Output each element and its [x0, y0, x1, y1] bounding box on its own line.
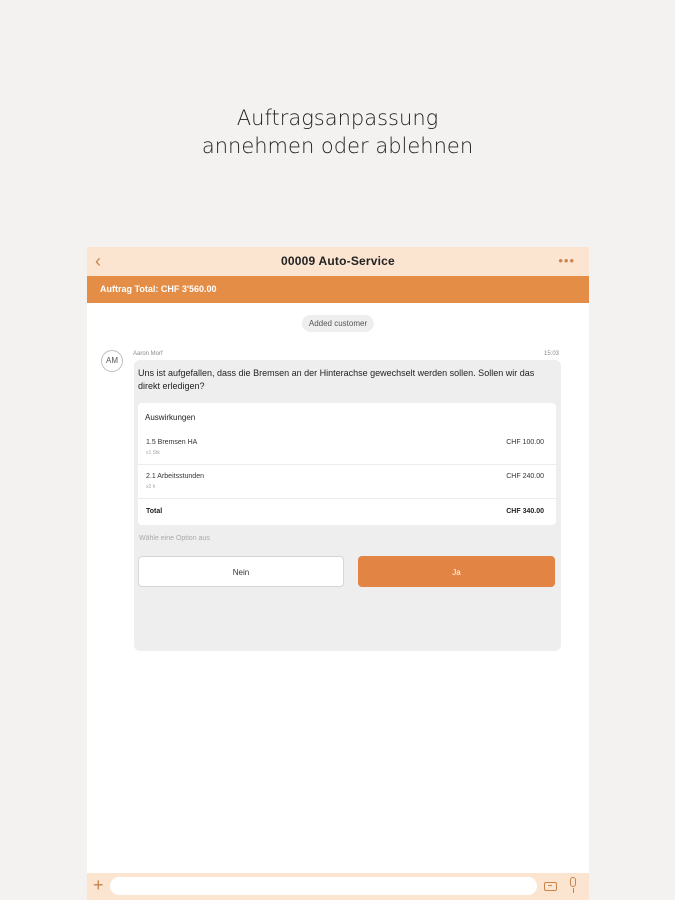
total-label: Total [146, 508, 163, 515]
total-value: CHF 340.00 [506, 508, 544, 515]
microphone-icon[interactable] [569, 877, 577, 895]
option-hint: Wähle eine Option aus [139, 535, 210, 542]
item-price: CHF 100.00 [506, 439, 544, 446]
avatar: AM [101, 350, 123, 372]
decline-button[interactable]: Nein [138, 556, 344, 587]
item-price: CHF 240.00 [506, 473, 544, 480]
divider [138, 464, 556, 465]
headline-line-1: Auftragsanpassung [236, 106, 439, 130]
item-label: 1.5 Bremsen HA [146, 439, 198, 446]
plus-icon[interactable]: + [93, 876, 104, 894]
composer-bar: + [87, 873, 589, 900]
chat-area[interactable]: Added customer AM Aaron Morf 15:03 Uns i… [87, 303, 589, 873]
divider [138, 498, 556, 499]
impact-title: Auswirkungen [145, 413, 196, 422]
headline-line-2: annehmen oder ablehnen [201, 134, 474, 158]
message-time: 15:03 [543, 351, 559, 357]
template-icon[interactable] [544, 882, 557, 891]
message-input[interactable] [110, 877, 537, 895]
app-screen: ‹ 00009 Auto-Service ••• Auftrag Total: … [87, 247, 589, 900]
microphone-head [570, 877, 576, 887]
order-total-bar: Auftrag Total: CHF 3'560.00 [87, 276, 589, 303]
chat-title: 00009 Auto-Service [281, 254, 395, 268]
sender-name: Aaron Morf [133, 351, 163, 357]
accept-button[interactable]: Ja [358, 556, 555, 587]
item-label: 2.1 Arbeitsstunden [146, 473, 204, 480]
more-dots-icon[interactable]: ••• [558, 253, 575, 268]
message-bubble: Uns ist aufgefallen, dass die Bremsen an… [134, 360, 561, 651]
top-bar: ‹ 00009 Auto-Service ••• [87, 247, 589, 276]
system-message: Added customer [301, 315, 375, 332]
promo-headline: Auftragsanpassung annehmen oder ablehnen [0, 104, 675, 160]
item-quantity: x1 Stk [146, 450, 160, 456]
microphone-stem [572, 888, 574, 893]
impact-card: Auswirkungen 1.5 Bremsen HA x1 Stk CHF 1… [138, 403, 556, 525]
message-text: Uns ist aufgefallen, dass die Bremsen an… [138, 368, 535, 391]
item-quantity: x2 h [146, 484, 156, 490]
